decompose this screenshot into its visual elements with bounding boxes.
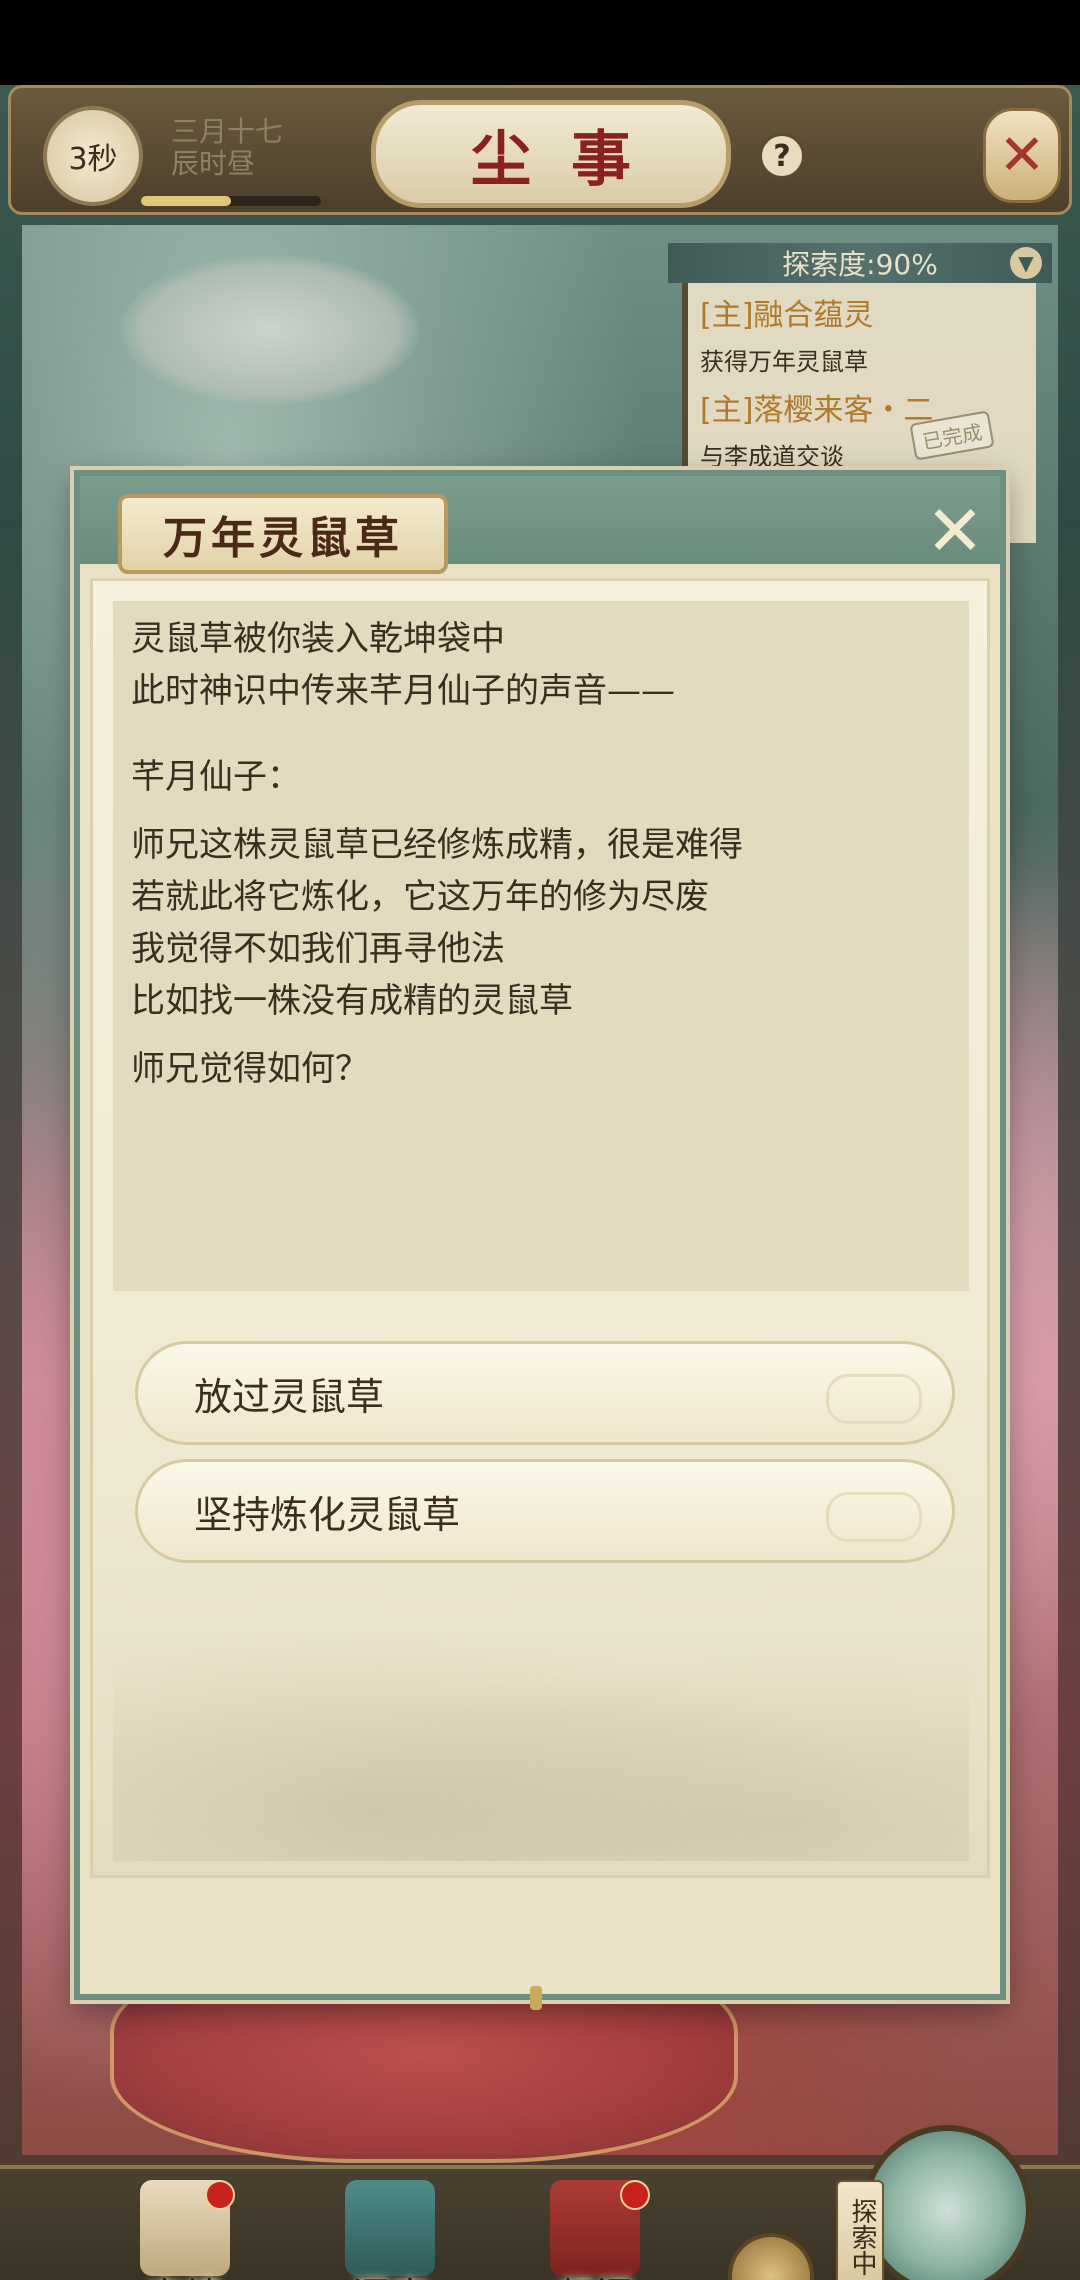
story-text-box: 灵鼠草被你装入乾坤袋中 此时神识中传来芊月仙子的声音—— 芊月仙子： 师兄这株灵… xyxy=(113,601,969,1291)
page-title: 尘事 xyxy=(471,124,671,195)
page-title-plaque: 尘事 xyxy=(371,100,731,208)
nav-dongfu[interactable]: 洞府 xyxy=(325,2180,455,2280)
quest-desc: 获得万年灵鼠草 xyxy=(700,348,868,376)
notification-dot xyxy=(620,2180,650,2210)
exploring-tag: 探索中 xyxy=(836,2180,884,2280)
dialog-title: 万年灵鼠草 xyxy=(163,513,403,564)
top-bar: 3秒 三月十七 辰时昼 尘事 ? ✕ xyxy=(8,85,1072,215)
game-screen: 3秒 三月十七 辰时昼 尘事 ? ✕ 探索度:90% ▼ [主]融合蕴灵 获得万… xyxy=(0,85,1080,2280)
time-progress-bar xyxy=(141,196,321,206)
question-icon: ? xyxy=(773,138,791,174)
nav-label: 洞府 xyxy=(325,2266,455,2280)
choice-label: 坚持炼化灵鼠草 xyxy=(194,1492,461,1537)
story-line: 比如找一株没有成精的灵鼠草 xyxy=(131,981,573,1021)
story-line: 此时神识中传来芊月仙子的声音—— xyxy=(131,671,675,711)
close-button[interactable]: ✕ xyxy=(983,108,1061,203)
close-x-icon: ✕ xyxy=(998,123,1046,188)
exploration-bar[interactable]: 探索度:90% ▼ xyxy=(668,243,1052,283)
choice-refine-button[interactable]: 坚持炼化灵鼠草 xyxy=(135,1459,955,1563)
date-day: 三月十七 xyxy=(171,115,284,148)
choice-label: 放过灵鼠草 xyxy=(194,1374,385,1419)
in-game-date: 三月十七 辰时昼 xyxy=(171,116,283,180)
story-line: 若就此将它炼化，它这万年的修为尽废 xyxy=(131,877,709,917)
nav-label: 师门 xyxy=(530,2266,660,2280)
world-label: 人间 xyxy=(880,2275,968,2280)
quest-title: [主]融合蕴灵 xyxy=(700,298,874,333)
speaker-name: 芊月仙子： xyxy=(131,757,301,797)
mountain-mist-decoration xyxy=(113,1601,969,1861)
story-line: 灵鼠草被你装入乾坤袋中 xyxy=(131,619,505,659)
date-period: 辰时昼 xyxy=(171,147,256,180)
story-line: 师兄这株灵鼠草已经修炼成精，很是难得 xyxy=(131,825,743,865)
dialog-close-button[interactable]: ✕ xyxy=(920,490,990,572)
pavilion-platform xyxy=(120,255,420,405)
story-dialog: 万年灵鼠草 ✕ 灵鼠草被你装入乾坤袋中 此时神识中传来芊月仙子的声音—— 芊月仙… xyxy=(74,470,1006,2010)
story-line: 师兄觉得如何？ xyxy=(131,1049,369,1089)
quest-item[interactable]: [主]融合蕴灵 获得万年灵鼠草 xyxy=(700,290,873,377)
quest-item[interactable]: [主]落樱来客・二 与李成道交谈 xyxy=(700,385,933,472)
scroll-knob-ornament xyxy=(530,1986,542,2010)
dialog-body: 灵鼠草被你装入乾坤袋中 此时神识中传来芊月仙子的声音—— 芊月仙子： 师兄这株灵… xyxy=(90,578,990,1878)
quest-desc: 与李成道交谈 xyxy=(700,443,844,471)
exploration-label: 探索度:90% xyxy=(782,248,938,281)
close-x-icon: ✕ xyxy=(925,490,985,572)
timer-text: 3秒 xyxy=(68,142,118,177)
timer-badge: 3秒 xyxy=(43,106,143,206)
story-line: 我觉得不如我们再寻他法 xyxy=(131,929,505,969)
lantern-icon xyxy=(345,2180,435,2276)
chevron-down-icon[interactable]: ▼ xyxy=(1010,247,1042,279)
nav-label: 玄境 xyxy=(120,2266,250,2280)
bag-label: 行囊 xyxy=(747,2274,795,2280)
dialog-title-plaque: 万年灵鼠草 xyxy=(118,494,448,574)
choice-spare-button[interactable]: 放过灵鼠草 xyxy=(135,1341,955,1445)
notification-dot xyxy=(205,2180,235,2210)
quest-title: [主]落樱来客・二 xyxy=(700,393,934,428)
help-button[interactable]: ? xyxy=(759,133,805,179)
time-progress-fill xyxy=(141,196,231,206)
